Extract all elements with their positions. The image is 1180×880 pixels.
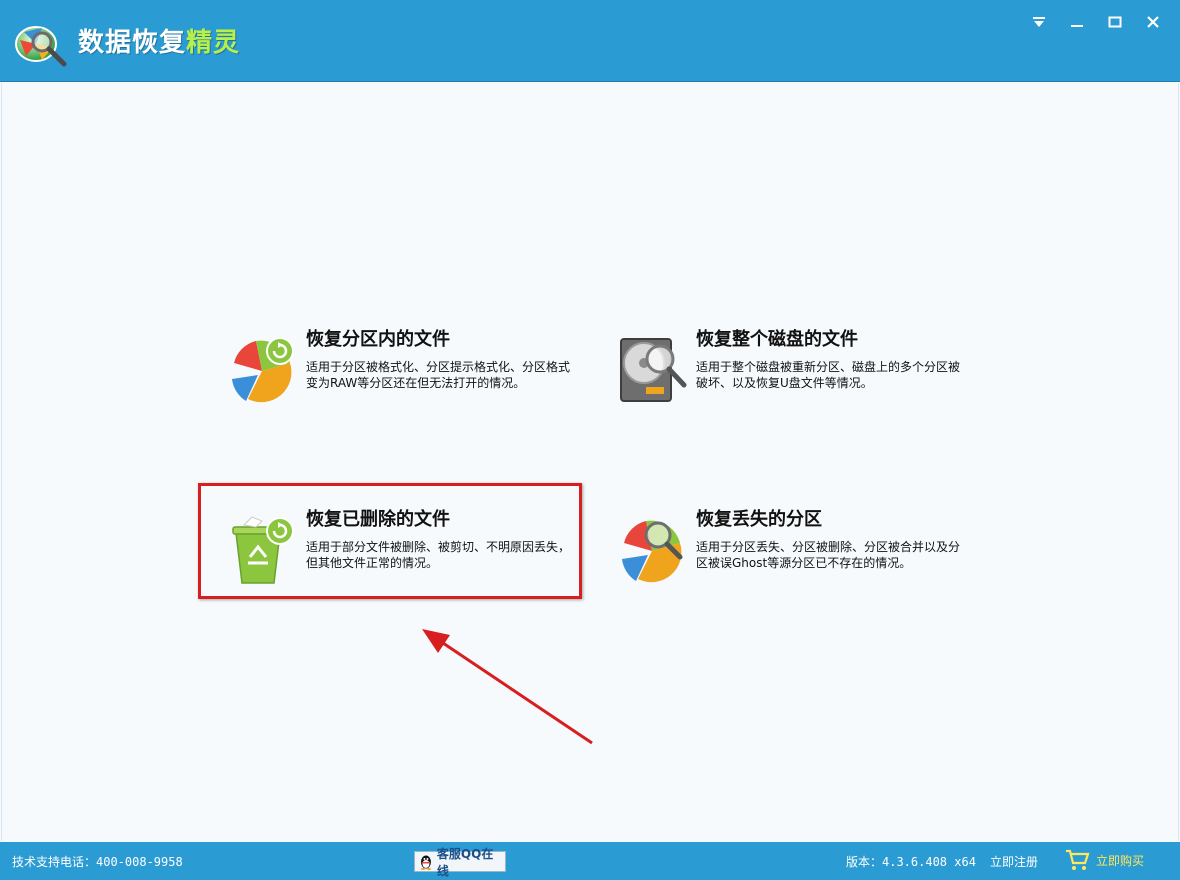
recover-partition-files-option[interactable]: 恢复分区内的文件 适用于分区被格式化、分区提示格式化、分区格式变为RAW等分区还…	[228, 329, 578, 433]
card-description: 适用于整个磁盘被重新分区、磁盘上的多个分区被破坏、以及恢复U盘文件等情况。	[696, 360, 961, 390]
buy-now-button[interactable]: 立即购买	[1064, 848, 1144, 872]
window-controls	[1026, 10, 1166, 34]
dropdown-menu-icon	[1033, 17, 1045, 27]
main-panel: 恢复分区内的文件 适用于分区被格式化、分区提示格式化、分区格式变为RAW等分区还…	[1, 83, 1179, 841]
app-title-accent: 精灵	[186, 28, 241, 58]
annotation-arrow-icon	[422, 629, 593, 745]
maximize-icon	[1108, 16, 1122, 28]
recover-lost-partition-option[interactable]: 恢复丢失的分区 适用于分区丢失、分区被删除、分区被合并以及分区被误Ghost等源…	[618, 509, 968, 613]
close-icon	[1147, 16, 1159, 28]
shopping-cart-icon	[1066, 849, 1090, 870]
buy-now-label: 立即购买	[1096, 853, 1145, 868]
qq-support-button[interactable]: 客服QQ在线	[414, 847, 506, 878]
register-link[interactable]: 立即注册	[990, 853, 1038, 870]
hard-disk-magnifier-icon	[620, 338, 687, 402]
qq-support-label: 客服QQ在线	[436, 846, 494, 878]
support-phone: 技术支持电话：400-008-9958	[12, 855, 183, 869]
pie-chart-magnifier-icon	[622, 520, 683, 583]
card-title: 恢复分区内的文件	[306, 329, 450, 350]
recycle-bin-refresh-icon	[232, 516, 294, 584]
card-description: 适用于分区丢失、分区被删除、分区被合并以及分区被误Ghost等源分区已不存在的情…	[696, 540, 961, 570]
dropdown-menu-button[interactable]	[1026, 10, 1052, 34]
card-title: 恢复丢失的分区	[696, 509, 822, 530]
card-title: 恢复整个磁盘的文件	[696, 329, 858, 350]
pie-chart-refresh-icon	[232, 337, 294, 403]
close-button[interactable]	[1140, 10, 1166, 34]
recover-whole-disk-option[interactable]: 恢复整个磁盘的文件 适用于整个磁盘被重新分区、磁盘上的多个分区被破坏、以及恢复U…	[618, 329, 968, 433]
card-description: 适用于部分文件被删除、被剪切、不明原因丢失，但其他文件正常的情况。	[306, 540, 571, 570]
card-title: 恢复已删除的文件	[306, 509, 450, 530]
qq-penguin-icon	[420, 855, 431, 870]
status-bar: 技术支持电话：400-008-9958 客服QQ在线 版本：4.3.6.408 …	[0, 842, 1180, 880]
version-label: 版本：4.3.6.408 x64	[846, 855, 976, 869]
recover-deleted-files-option[interactable]: 恢复已删除的文件 适用于部分文件被删除、被剪切、不明原因丢失，但其他文件正常的情…	[228, 509, 578, 613]
app-title: 数据恢复精灵	[78, 22, 240, 59]
app-title-main: 数据恢复	[78, 28, 187, 58]
title-bar: 数据恢复精灵	[0, 0, 1180, 82]
app-logo-icon	[15, 26, 67, 67]
card-description: 适用于分区被格式化、分区提示格式化、分区格式变为RAW等分区还在但无法打开的情况…	[306, 360, 571, 390]
minimize-button[interactable]	[1064, 10, 1090, 34]
minimize-icon	[1071, 25, 1083, 27]
maximize-button[interactable]	[1102, 10, 1128, 34]
